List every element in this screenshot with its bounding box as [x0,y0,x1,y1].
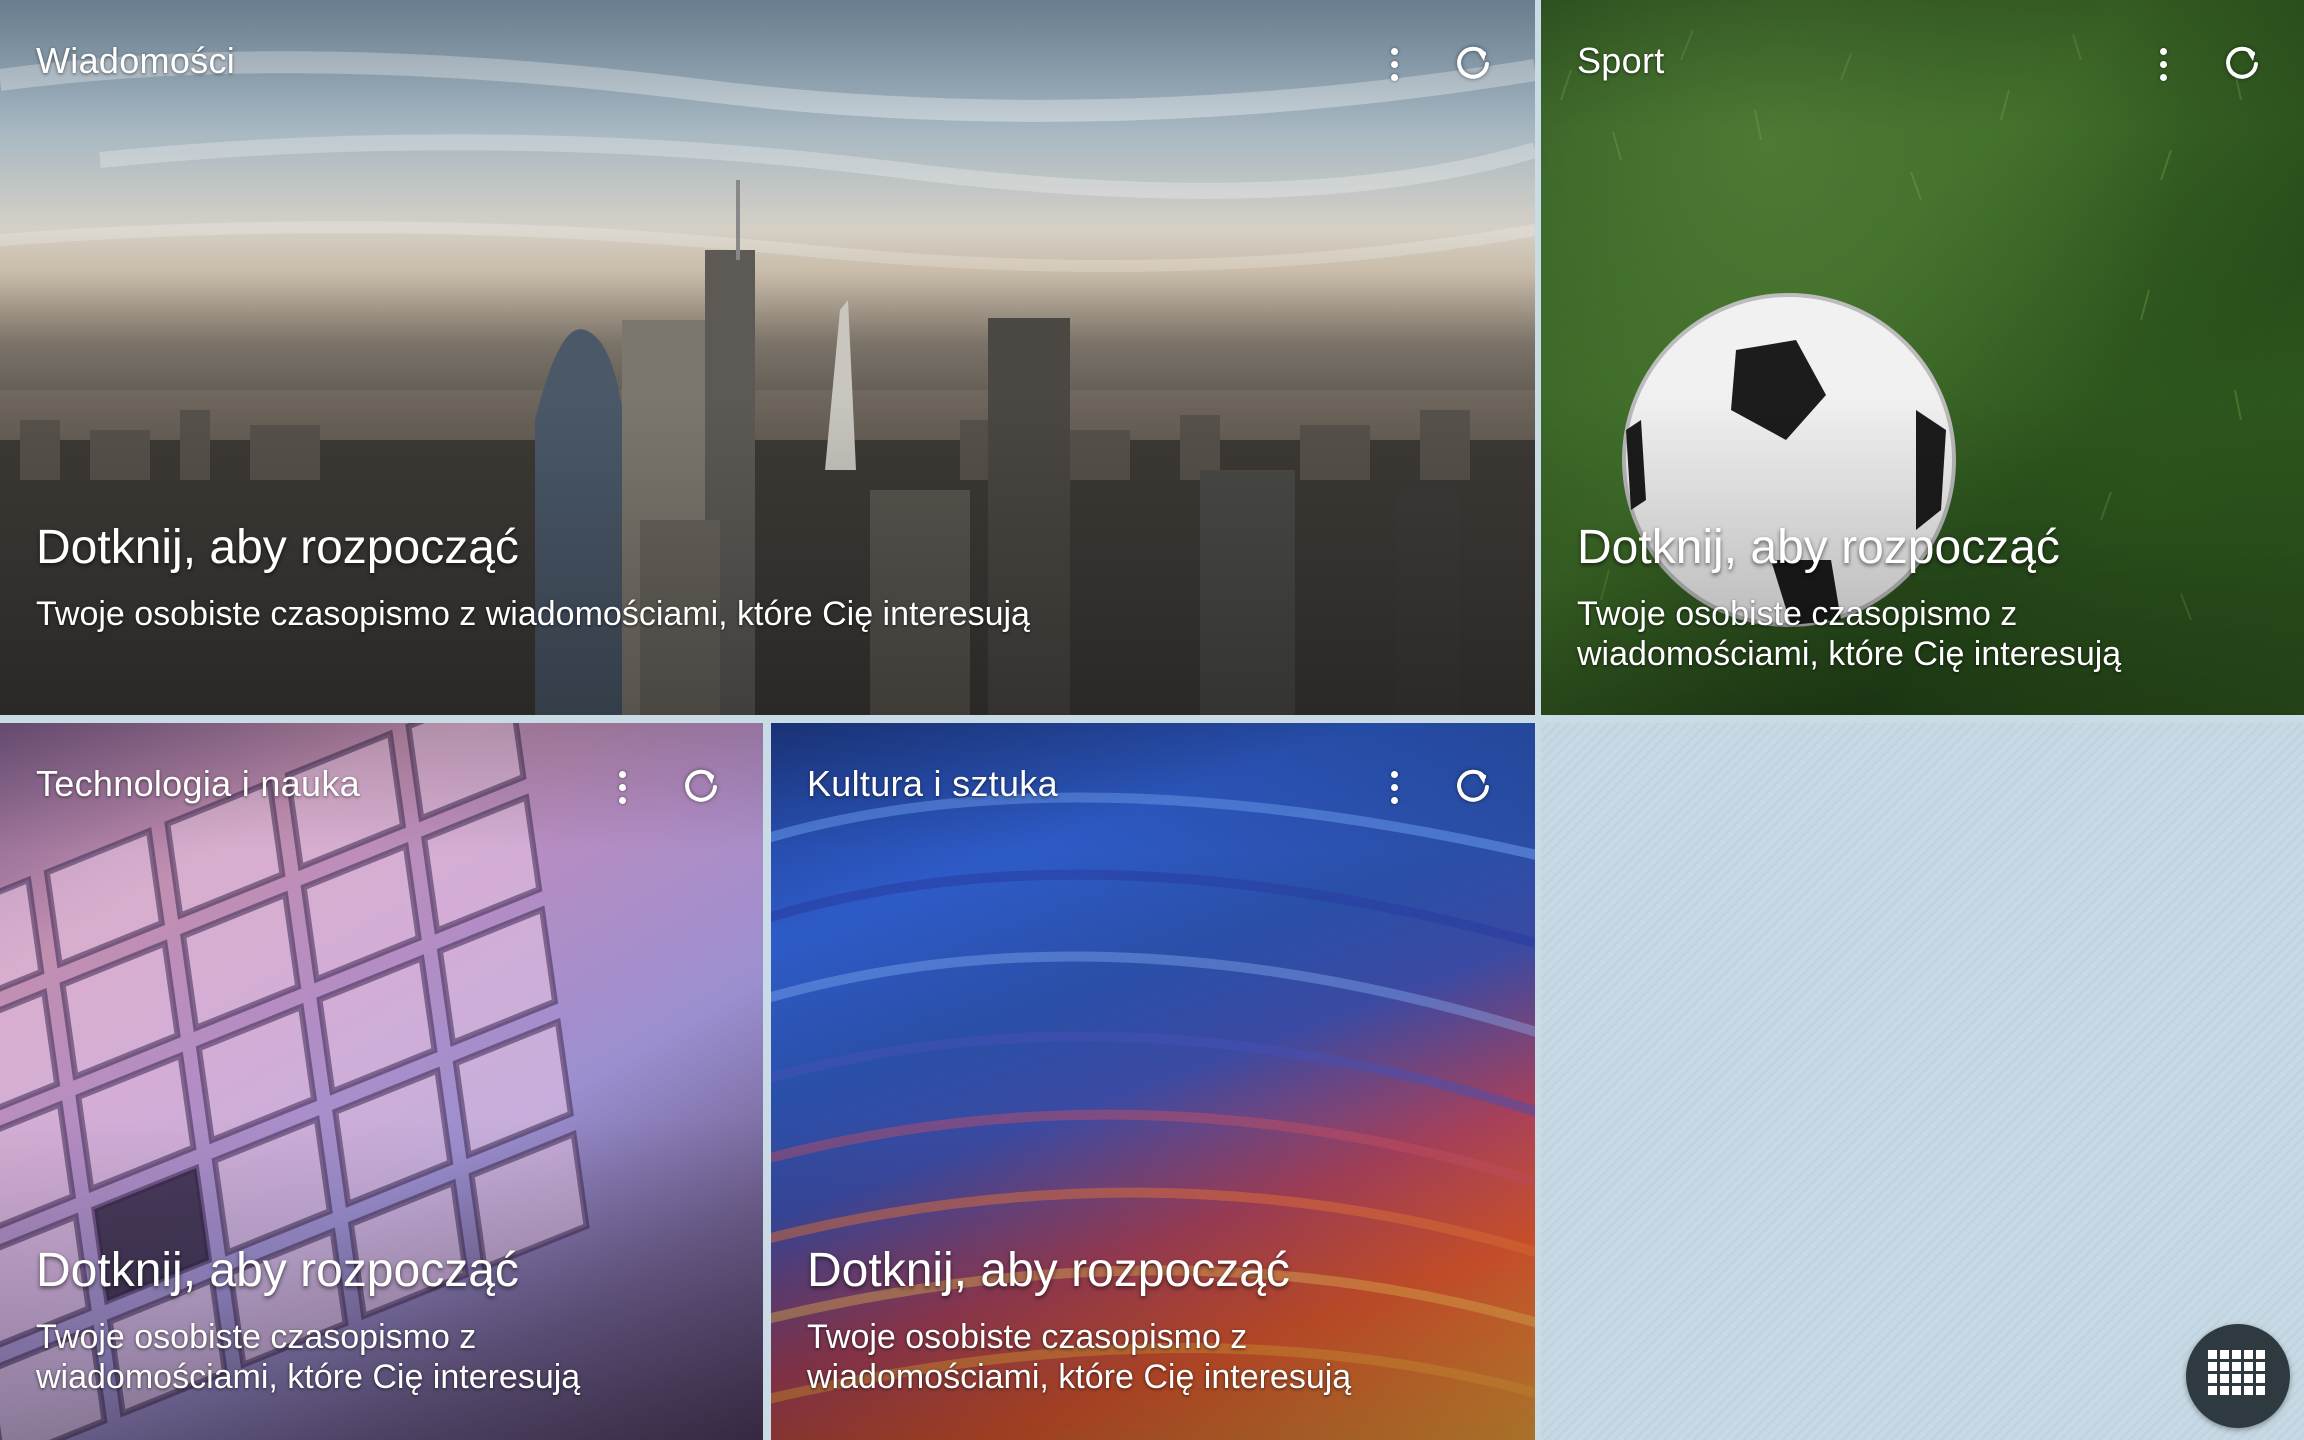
tile-culture-title: Kultura i sztuka [807,763,1058,804]
refresh-icon[interactable] [1451,42,1495,86]
refresh-icon[interactable] [2220,42,2264,86]
refresh-icon[interactable] [679,765,723,809]
tile-news-description: Twoje osobiste czasopismo z wiadomościam… [36,595,1030,633]
tile-sport-description: Twoje osobiste czasopismo z wiadomościam… [1577,595,2122,673]
tile-culture[interactable]: Kultura i sztuka Dotknij, aby rozpocząć … [771,723,1535,1440]
tile-tech[interactable]: Technologia i nauka Dotknij, aby rozpocz… [0,723,763,1440]
magazine-home-screen: Wiadomości Dotknij, aby rozpocząć Twoje … [0,0,2304,1440]
more-vertical-icon[interactable] [1387,763,1401,811]
tile-sport-title: Sport [1577,40,1665,81]
tile-news-title: Wiadomości [36,40,236,81]
tile-sport[interactable]: Sport Dotknij, aby rozpocząć Twoje osobi… [1541,0,2304,715]
more-vertical-icon[interactable] [1387,40,1401,88]
refresh-icon[interactable] [1451,765,1495,809]
tile-culture-actions [1387,763,1495,811]
tile-tech-title: Technologia i nauka [36,763,360,804]
tile-sport-cta: Dotknij, aby rozpocząć [1577,521,2060,574]
apps-grid-icon [2208,1350,2265,1395]
tile-news-actions [1387,40,1495,88]
empty-tile-area [1541,723,2304,1440]
tile-culture-cta: Dotknij, aby rozpocząć [807,1244,1290,1297]
apps-button[interactable] [2186,1324,2290,1428]
tile-news-cta: Dotknij, aby rozpocząć [36,521,519,574]
tile-tech-description: Twoje osobiste czasopismo z wiadomościam… [36,1318,581,1396]
tile-tech-cta: Dotknij, aby rozpocząć [36,1244,519,1297]
tile-sport-actions [2156,40,2264,88]
more-vertical-icon[interactable] [615,763,629,811]
more-vertical-icon[interactable] [2156,40,2170,88]
tile-news[interactable]: Wiadomości Dotknij, aby rozpocząć Twoje … [0,0,1535,715]
tile-culture-description: Twoje osobiste czasopismo z wiadomościam… [807,1318,1352,1396]
tile-tech-actions [615,763,723,811]
